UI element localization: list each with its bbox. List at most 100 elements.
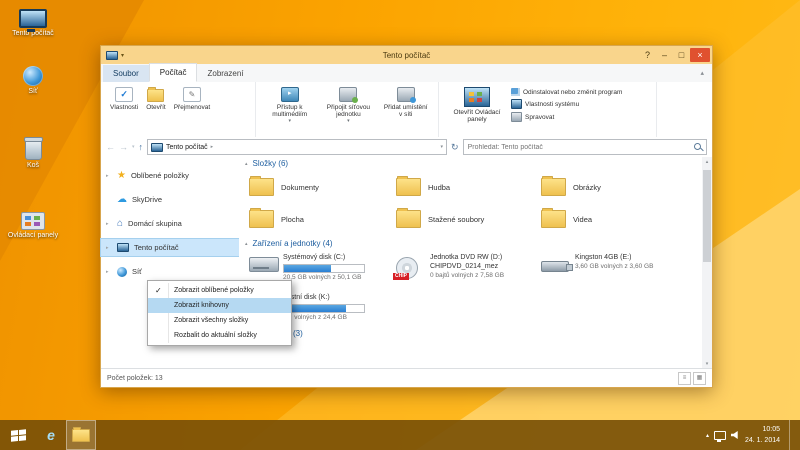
tab-file[interactable]: Soubor bbox=[103, 65, 149, 82]
maximize-button[interactable]: □ bbox=[673, 48, 690, 62]
collapse-chevron-icon[interactable]: ▴ bbox=[245, 161, 248, 167]
uninstall-icon bbox=[511, 88, 520, 96]
vertical-scrollbar[interactable]: ▴ ▾ bbox=[702, 157, 712, 369]
drive-tile-usb[interactable]: Kingston 4GB (E:) 3,60 GB volných z 3,60… bbox=[541, 254, 683, 292]
breadcrumb[interactable]: Tento počítač bbox=[166, 144, 208, 151]
close-button[interactable]: × bbox=[690, 48, 710, 62]
properties-button[interactable]: ✓ Vlastnosti bbox=[107, 85, 141, 113]
recent-locations-icon[interactable]: ▾ bbox=[132, 144, 135, 150]
folder-tile-downloads[interactable]: Stažené soubory bbox=[396, 206, 538, 232]
address-bar[interactable]: Tento počítač ▸ ▾ bbox=[147, 139, 447, 155]
address-dropdown-icon[interactable]: ▾ bbox=[441, 144, 444, 150]
qat-dropdown-icon[interactable]: ▾ bbox=[121, 52, 124, 59]
search-icon bbox=[694, 143, 701, 150]
title-bar[interactable]: ▾ Tento počítač ? – □ × bbox=[101, 46, 712, 64]
folder-tile-desktop[interactable]: Plocha bbox=[249, 206, 391, 232]
tray-expand-icon[interactable]: ▴ bbox=[706, 432, 709, 439]
capacity-bar bbox=[283, 264, 365, 273]
drive-detail: 20,5 GB volných z 50,1 GB bbox=[283, 274, 391, 282]
section-header-folders[interactable]: ▴ Složky (6) bbox=[245, 159, 288, 168]
expand-icon[interactable]: ▸ bbox=[106, 173, 109, 179]
expand-icon[interactable]: ▸ bbox=[106, 221, 109, 227]
windows-logo-icon bbox=[11, 429, 26, 442]
minimize-button[interactable]: – bbox=[656, 48, 673, 62]
back-button[interactable]: ← bbox=[106, 142, 115, 152]
rename-icon: ✎ bbox=[183, 87, 201, 102]
folder-tile-documents[interactable]: Dokumenty bbox=[249, 174, 391, 200]
desktop-icon-network[interactable]: Síť bbox=[4, 62, 62, 96]
view-buttons: ≡ ▦ bbox=[678, 372, 706, 385]
address-bar-row: ← → ▾ ↑ Tento počítač ▸ ▾ ↻ bbox=[101, 137, 712, 158]
add-network-location-button[interactable]: Přidat umístění v síti bbox=[379, 85, 432, 121]
menu-item-expand-to-current-folder[interactable]: Rozbalit do aktuální složky bbox=[148, 328, 291, 343]
tab-view[interactable]: Zobrazení bbox=[197, 65, 253, 82]
expand-icon[interactable]: ▸ bbox=[106, 245, 109, 251]
desktop-icon-recycle-bin[interactable]: Koš bbox=[4, 136, 62, 170]
folder-icon bbox=[396, 178, 421, 196]
system-properties-button[interactable]: Vlastnosti systému bbox=[511, 99, 622, 109]
search-box[interactable] bbox=[463, 139, 707, 155]
open-control-panel-button[interactable]: Otevřít Ovládací panely bbox=[445, 85, 509, 126]
breadcrumb-chevron-icon[interactable]: ▸ bbox=[211, 144, 214, 150]
drive-tile-dvd[interactable]: CHIP Jednotka DVD RW (D:) CHIPDVD_0214_m… bbox=[396, 254, 538, 292]
taskbar-explorer-button[interactable] bbox=[66, 420, 96, 450]
details-view-button[interactable]: ≡ bbox=[678, 372, 691, 385]
forward-button[interactable]: → bbox=[119, 142, 128, 152]
folder-tile-videos[interactable]: Videa bbox=[541, 206, 683, 232]
drive-detail: 3,60 GB volných z 3,60 GB bbox=[575, 263, 683, 271]
folder-tile-pictures[interactable]: Obrázky bbox=[541, 174, 683, 200]
open-button[interactable]: Otevřít bbox=[143, 85, 169, 113]
taskbar-clock[interactable]: 10:05 24. 1. 2014 bbox=[745, 424, 784, 446]
show-desktop-button[interactable] bbox=[789, 420, 794, 450]
menu-item-show-all-folders[interactable]: Zobrazit všechny složky bbox=[148, 313, 291, 328]
rename-button[interactable]: ✎ Přejmenovat bbox=[171, 85, 214, 113]
menu-item-show-favorites[interactable]: ✓ Zobrazit oblíbené položky bbox=[148, 283, 291, 298]
media-access-button[interactable]: ▸ Přístup k multimédiím ▾ bbox=[262, 85, 317, 127]
nav-item-network[interactable]: ▸ Síť bbox=[101, 263, 239, 280]
nav-item-skydrive[interactable]: ☁ SkyDrive bbox=[101, 191, 239, 208]
desktop-icon-control-panel[interactable]: Ovládací panely bbox=[4, 206, 62, 240]
collapse-chevron-icon[interactable]: ▴ bbox=[245, 241, 248, 247]
nav-item-favorites[interactable]: ▸ ★ Oblíbené položky bbox=[101, 167, 239, 184]
drive-detail: GB volných z 24,4 GB bbox=[283, 314, 391, 322]
ribbon-tabs: Soubor Počítač Zobrazení ▴ bbox=[101, 64, 712, 83]
volume-icon[interactable] bbox=[731, 431, 740, 439]
quick-access-toolbar[interactable]: ▾ bbox=[101, 51, 124, 60]
scroll-up-icon[interactable]: ▴ bbox=[702, 157, 712, 167]
up-button[interactable]: ↑ bbox=[139, 142, 144, 152]
folder-icon bbox=[72, 429, 90, 442]
expand-icon[interactable]: ▸ bbox=[106, 269, 109, 275]
item-count: Počet položek: 13 bbox=[107, 375, 163, 382]
map-network-drive-button[interactable]: Připojit síťovou jednotku ▾ bbox=[319, 85, 377, 127]
nav-item-this-pc[interactable]: ▸ Tento počítač bbox=[101, 239, 239, 256]
ribbon-collapse-icon[interactable]: ▴ bbox=[700, 65, 712, 82]
network-globe-icon bbox=[4, 62, 62, 86]
desktop-icon-this-pc[interactable]: Tento počítač bbox=[4, 4, 62, 38]
system-properties-icon bbox=[511, 99, 522, 109]
menu-item-show-libraries[interactable]: Zobrazit knihovny bbox=[148, 298, 291, 313]
thumbnails-view-button[interactable]: ▦ bbox=[693, 372, 706, 385]
section-header-devices[interactable]: ▴ Zařízení a jednotky (4) bbox=[245, 239, 333, 248]
manage-button[interactable]: Spravovat bbox=[511, 112, 622, 122]
window-icon bbox=[106, 51, 118, 60]
scrollbar-thumb[interactable] bbox=[703, 170, 711, 262]
folder-icon bbox=[249, 210, 274, 228]
nav-item-homegroup[interactable]: ▸ ⌂ Domácí skupina bbox=[101, 215, 239, 232]
folder-icon bbox=[249, 178, 274, 196]
search-input[interactable] bbox=[464, 140, 706, 154]
start-button[interactable] bbox=[0, 420, 36, 450]
taskbar-ie-button[interactable]: e bbox=[36, 420, 66, 450]
internet-explorer-icon: e bbox=[47, 427, 55, 443]
window-controls: ? – □ × bbox=[639, 48, 712, 62]
refresh-icon[interactable]: ↻ bbox=[451, 142, 459, 153]
open-folder-icon bbox=[147, 89, 164, 102]
help-button[interactable]: ? bbox=[639, 48, 656, 62]
system-group-items: Odinstalovat nebo změnit program Vlastno… bbox=[511, 85, 622, 122]
properties-icon: ✓ bbox=[115, 87, 133, 102]
tab-computer[interactable]: Počítač bbox=[149, 63, 198, 82]
desktop-icon-label: Ovládací panely bbox=[4, 232, 62, 240]
network-status-icon[interactable] bbox=[714, 431, 726, 440]
folder-tile-music[interactable]: Hudba bbox=[396, 174, 538, 200]
map-drive-icon bbox=[339, 87, 357, 102]
uninstall-program-button[interactable]: Odinstalovat nebo změnit program bbox=[511, 88, 622, 96]
